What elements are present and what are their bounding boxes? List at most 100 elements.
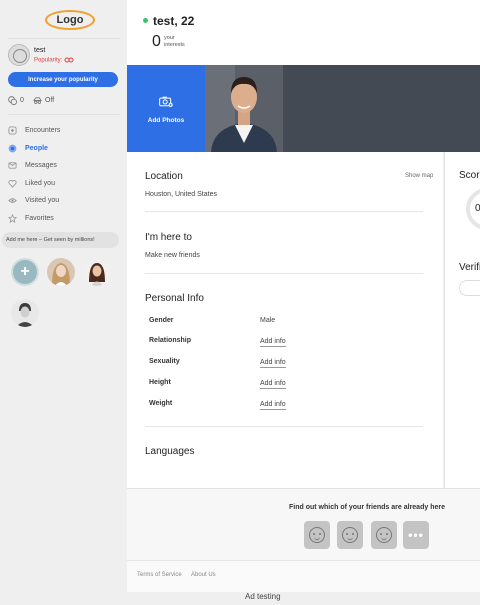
add-info-link[interactable]: Add info	[260, 379, 286, 389]
avatar[interactable]	[8, 44, 30, 66]
popularity-indicator[interactable]: Popularity:	[34, 57, 74, 64]
divider	[8, 114, 120, 115]
profile-name-age: test, 22	[153, 14, 195, 28]
info-row-weight: Weight Add info	[149, 400, 419, 412]
terms-link[interactable]: Terms of Service	[137, 572, 182, 578]
verification-title: Verifi	[459, 262, 480, 273]
more-networks-button[interactable]: •••	[403, 521, 429, 549]
plus-icon: +	[20, 263, 30, 280]
nav-label: Favorites	[25, 214, 54, 222]
eye-icon	[8, 198, 17, 203]
face-icon	[309, 527, 325, 543]
spotlight-user-photo[interactable]	[83, 258, 111, 286]
divider	[8, 38, 120, 39]
credits-value: 0	[20, 97, 24, 104]
profile-header: test, 22 0 your interests	[127, 0, 480, 65]
nav-label: People	[25, 144, 48, 152]
heart-icon	[8, 179, 17, 188]
info-label: Height	[149, 379, 171, 386]
score-panel: Score 0 Verifi	[444, 152, 480, 488]
divider	[145, 211, 423, 212]
score-value: 0	[475, 203, 480, 214]
popularity-meter-icon	[64, 57, 74, 63]
info-row-sexuality: Sexuality Add info	[149, 358, 419, 370]
info-row-gender: Gender Male	[149, 317, 419, 329]
coins-icon	[8, 96, 17, 105]
add-photos-button[interactable]: Add Photos	[127, 65, 205, 152]
show-map-link[interactable]: Show map	[405, 173, 433, 179]
here-to-title: I'm here to	[145, 232, 192, 243]
camera-plus-icon	[159, 96, 173, 107]
friends-title: Find out which of your friends are alrea…	[289, 504, 445, 511]
add-info-link[interactable]: Add info	[260, 400, 286, 410]
online-status-indicator	[143, 18, 148, 23]
encounters-icon	[8, 126, 17, 135]
logo[interactable]: Logo	[45, 10, 95, 30]
credits-counter[interactable]: 0	[8, 96, 24, 105]
spotlight-user-photo[interactable]	[47, 258, 75, 286]
friend-network-button[interactable]	[304, 521, 330, 549]
info-row-height: Height Add info	[149, 379, 419, 391]
face-icon	[376, 527, 392, 543]
profile-photo[interactable]	[205, 65, 283, 152]
interests-label[interactable]: your interests	[164, 35, 194, 49]
add-info-link[interactable]: Add info	[260, 358, 286, 368]
personal-info-title: Personal Info	[145, 293, 204, 304]
nav-item-liked-you[interactable]: Liked you	[8, 175, 60, 193]
nav-label: Encounters	[25, 127, 61, 135]
photo-strip: Add Photos	[127, 65, 480, 152]
info-label: Gender	[149, 317, 174, 324]
divider	[145, 273, 423, 274]
nav-item-visited-you[interactable]: Visited you	[8, 192, 60, 210]
more-icon: •••	[408, 528, 424, 542]
info-value: Male	[260, 317, 276, 324]
location-value: Houston, United States	[145, 191, 217, 198]
nav-item-messages[interactable]: Messages	[8, 157, 60, 175]
nav-label: Visited you	[25, 197, 60, 205]
about-link[interactable]: About Us	[191, 572, 216, 578]
incognito-icon	[33, 97, 42, 104]
info-label: Relationship	[149, 337, 192, 344]
divider	[145, 426, 423, 427]
nav-label: Liked you	[25, 179, 55, 187]
friends-finder: Find out which of your friends are alrea…	[127, 488, 480, 560]
friend-network-button[interactable]	[371, 521, 397, 549]
ad-label: Ad testing	[245, 592, 281, 601]
spotlight-user-photo[interactable]	[11, 299, 39, 327]
here-to-value[interactable]: Make new friends	[145, 252, 200, 259]
nav-label: Messages	[25, 162, 57, 170]
interests-count[interactable]: 0	[152, 33, 161, 51]
info-row-relationship: Relationship Add info	[149, 337, 419, 349]
verification-button[interactable]	[459, 280, 480, 296]
add-info-link[interactable]: Add info	[260, 337, 286, 347]
info-label: Weight	[149, 400, 173, 407]
profile-main: test, 22 0 your interests Add Photos Loc…	[127, 0, 480, 605]
people-icon	[8, 144, 17, 153]
nav-menu: Encounters People Messages Liked you Vis…	[8, 122, 60, 227]
star-icon	[8, 213, 17, 223]
friend-network-button[interactable]	[337, 521, 363, 549]
languages-title: Languages	[145, 446, 195, 457]
nav-item-encounters[interactable]: Encounters	[8, 122, 60, 140]
nav-item-favorites[interactable]: Favorites	[8, 210, 60, 228]
footer: Terms of Service About Us	[127, 560, 480, 592]
invisible-mode-toggle[interactable]: Off	[33, 96, 54, 105]
score-title: Score	[459, 170, 480, 181]
add-me-button[interactable]: +	[11, 258, 39, 286]
sidebar: Logo test Popularity: Increase your popu…	[0, 0, 126, 605]
location-title: Location	[145, 171, 183, 182]
info-label: Sexuality	[149, 358, 180, 365]
add-photos-label: Add Photos	[147, 117, 185, 124]
popularity-label: Popularity:	[34, 57, 63, 64]
profile-details: Location Show map Houston, United States…	[127, 152, 443, 488]
increase-popularity-button[interactable]: Increase your popularity	[8, 72, 118, 87]
add-me-banner[interactable]: Add me here – Get seen by millions!	[2, 232, 119, 248]
nav-item-people[interactable]: People	[8, 140, 60, 158]
user-photo-image	[11, 299, 39, 327]
invisible-status: Off	[45, 97, 55, 104]
user-photo-image	[83, 258, 111, 286]
face-icon	[342, 527, 358, 543]
messages-icon	[8, 162, 17, 169]
profile-photo-image	[205, 65, 283, 152]
user-name[interactable]: test	[34, 47, 45, 54]
